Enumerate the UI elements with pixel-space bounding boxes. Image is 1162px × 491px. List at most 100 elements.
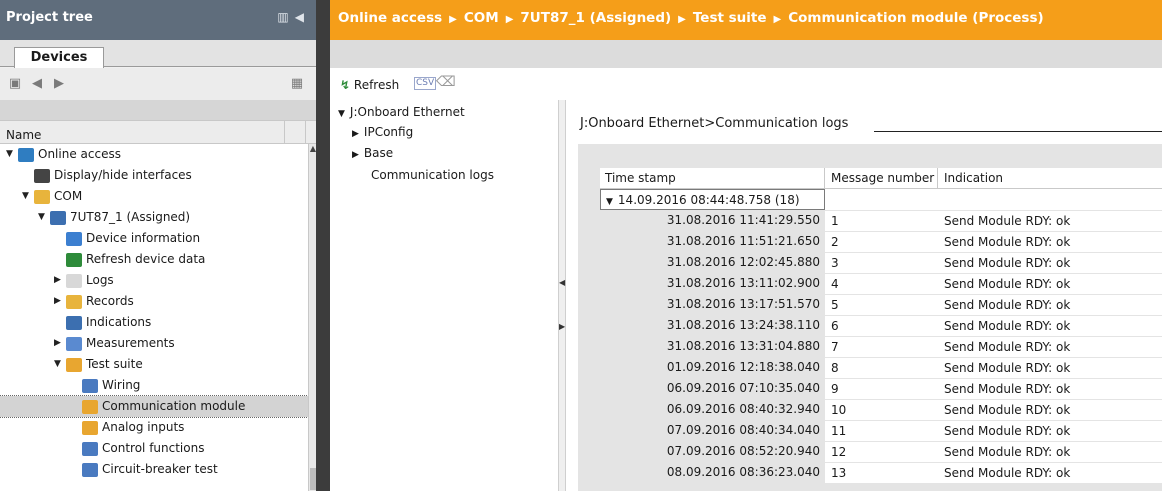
cell-time-stamp: 31.08.2016 11:41:29.550 [666,213,820,227]
cell-indication: Send Module RDY: ok [938,273,1162,294]
pane-divider[interactable] [316,0,330,491]
tree-item-label: Records [86,294,134,308]
table-row[interactable]: 07.09.2016 08:40:34.040 11 Send Module RDY… [600,420,1162,441]
nav-item-onboard-ethernet[interactable]: ▼ J:Onboard Ethernet [338,102,465,122]
column-message-number[interactable]: Message number [825,168,938,189]
column-time-stamp[interactable]: Time stamp [600,168,825,189]
cell-time-stamp: 01.09.2016 12:18:38.040 [666,360,820,374]
project-tree-title: Project tree [6,10,93,25]
nav-item-communication-logs[interactable]: Communication logs [371,165,494,185]
tree-item[interactable]: ▼ Online access [0,144,308,165]
table-row[interactable]: 31.08.2016 13:11:02.900 4 Send Module RDY:… [600,273,1162,294]
tree-item[interactable]: Display/hide interfaces [0,165,308,186]
csv-export-icon[interactable]: CSV [414,77,437,90]
tree-item[interactable]: ▼ 7UT87_1 (Assigned) [0,207,308,228]
expand-right-icon[interactable]: ▶ [54,333,64,354]
tree-item-label: Device information [86,231,201,245]
tree-item[interactable]: Indications [0,312,308,333]
forward-arrow-icon[interactable]: ▶ [52,77,66,91]
tree-item[interactable]: Device information [0,228,308,249]
breadcrumb-item[interactable]: 7UT87_1 (Assigned) [520,10,671,26]
tree-item-label: COM [54,189,83,203]
breadcrumb-separator-icon: ▶ [505,14,514,25]
breadcrumb-item[interactable]: Test suite [693,10,767,26]
table-row[interactable]: 31.08.2016 13:31:04.880 7 Send Module RDY:… [600,336,1162,357]
nav-item-base[interactable]: ▶ Base [352,143,393,163]
new-folder-icon[interactable]: ▣ [8,77,22,91]
column-name-header[interactable]: Name [6,128,41,142]
tree-item-label: Circuit-breaker test [102,462,218,476]
tree-column-header: Name [0,120,316,144]
delete-log-icon[interactable]: ⌫ [436,74,456,90]
device-info-icon [66,232,82,246]
refresh-button[interactable]: ↯ Refresh [340,76,399,94]
splitter-left-icon[interactable]: ◀ [559,278,565,287]
expand-down-icon[interactable]: ▼ [22,186,32,207]
tree-item[interactable]: ▶ Logs [0,270,308,291]
collapse-left-icon[interactable]: ◀ [295,10,310,24]
table-row[interactable]: 31.08.2016 12:02:45.880 3 Send Module RDY:… [600,252,1162,273]
cell-time-stamp: 31.08.2016 13:24:38.110 [666,318,820,332]
cell-indication: Send Module RDY: ok [938,357,1162,378]
tab-devices[interactable]: Devices [14,47,104,68]
table-group-row[interactable]: ▼ 14.09.2016 08:44:48.758 (18) [600,189,1162,210]
cell-indication: Send Module RDY: ok [938,210,1162,231]
tree-item[interactable]: Wiring [0,375,308,396]
breadcrumb-item[interactable]: Online access [338,10,442,26]
minimize-pane-icon[interactable]: ▥ [277,10,294,24]
table-row[interactable]: 31.08.2016 11:51:21.650 2 Send Module RDY:… [600,231,1162,252]
expand-down-icon[interactable]: ▼ [38,207,48,228]
cell-message-number: 10 [825,399,938,420]
tree-item-label: Refresh device data [86,252,206,266]
nav-splitter[interactable]: ◀ ▶ [558,100,566,491]
cell-message-number: 7 [825,336,938,357]
table-row[interactable]: 31.08.2016 11:41:29.550 1 Send Module RDY:… [600,210,1162,231]
tree-item[interactable]: Analog inputs [0,417,308,438]
column-indication[interactable]: Indication [938,168,1162,189]
expand-down-icon[interactable]: ▼ [6,144,16,165]
back-arrow-icon[interactable]: ◀ [30,77,44,91]
logs-icon [66,274,82,288]
tree-scrollbar[interactable]: ▲ [308,144,316,491]
cell-message-number: 6 [825,315,938,336]
refresh-label: Refresh [353,78,400,92]
expand-right-icon[interactable]: ▶ [54,270,64,291]
table-row[interactable]: 01.09.2016 12:18:38.040 8 Send Module RDY:… [600,357,1162,378]
expand-right-icon[interactable]: ▶ [54,291,64,312]
expand-right-icon: ▶ [352,129,359,139]
table-row[interactable]: 08.09.2016 08:36:23.040 13 Send Module RDY… [600,462,1162,483]
table-row[interactable]: 06.09.2016 07:10:35.040 9 Send Module RDY:… [600,378,1162,399]
tree-item[interactable]: Circuit-breaker test [0,459,308,480]
breadcrumb-item[interactable]: COM [464,10,499,26]
cell-time-stamp: 07.09.2016 08:52:20.940 [666,444,820,458]
online-access-icon [18,148,34,162]
breadcrumb-item[interactable]: Communication module (Process) [788,10,1043,26]
indications-icon [66,316,82,330]
tree-item[interactable]: ▶ Records [0,291,308,312]
table-row[interactable]: 06.09.2016 08:40:32.940 10 Send Module RDY… [600,399,1162,420]
tree-item[interactable]: Control functions [0,438,308,459]
tree-item[interactable]: Communication module [0,395,309,418]
tree-item-label: Indications [86,315,152,329]
tree-item[interactable]: ▼ Test suite [0,354,308,375]
tree-item-label: Communication module [102,399,246,413]
table-row[interactable]: 31.08.2016 13:17:51.570 5 Send Module RDY:… [600,294,1162,315]
cell-message-number: 4 [825,273,938,294]
cell-message-number: 13 [825,462,938,483]
group-cell[interactable]: ▼ 14.09.2016 08:44:48.758 (18) [600,189,825,210]
overview-icon[interactable]: ▦ [290,77,304,91]
expand-down-icon[interactable]: ▼ [54,354,64,375]
collapse-group-icon[interactable]: ▼ [606,197,613,207]
nav-item-ipconfig[interactable]: ▶ IPConfig [352,122,413,142]
tree-toolbar-spacer [0,100,316,120]
splitter-right-icon[interactable]: ▶ [559,322,565,331]
tree-item[interactable]: ▶ Measurements [0,333,308,354]
pane-collapse-controls[interactable]: ▥◀ [277,10,310,24]
table-row[interactable]: 31.08.2016 13:24:38.110 6 Send Module RDY:… [600,315,1162,336]
communication-module-icon [82,400,98,414]
refresh-icon [66,253,82,267]
tree-item[interactable]: Refresh device data [0,249,308,270]
table-row[interactable]: 07.09.2016 08:52:20.940 12 Send Module RDY… [600,441,1162,462]
tree-item[interactable]: ▼ COM [0,186,308,207]
nav-item-label: Communication logs [371,168,494,182]
